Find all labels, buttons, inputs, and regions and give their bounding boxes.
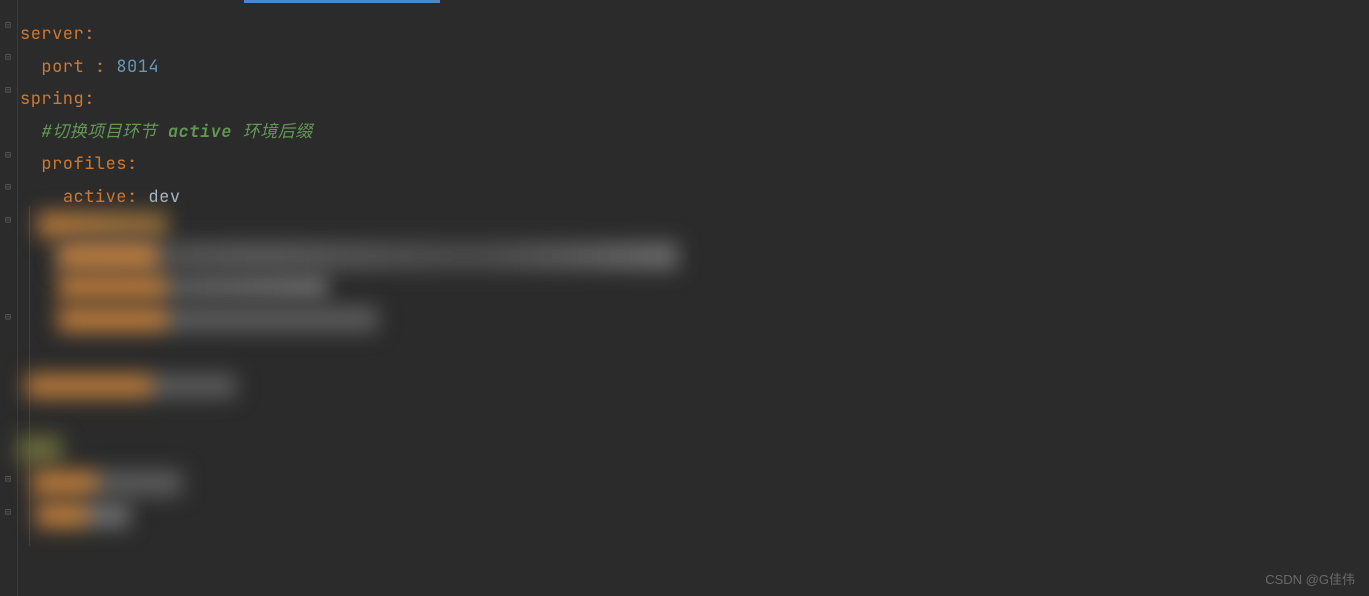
fold-marker[interactable]: ⊟: [2, 83, 14, 95]
yaml-value: dev: [148, 186, 180, 208]
fold-marker[interactable]: ⊟: [2, 18, 14, 30]
indent: [20, 121, 41, 143]
editor-gutter[interactable]: ⊟ ⊟ ⊟ ⊟ ⊟ ⊟ ⊟ ⊟ ⊟: [0, 0, 18, 596]
fold-marker[interactable]: ⊟: [2, 310, 14, 322]
yaml-key: spring: [20, 88, 84, 110]
code-line-4: #切换项目环节 active 环境后缀: [20, 116, 1369, 149]
yaml-colon: :: [84, 23, 95, 45]
yaml-colon: :: [84, 88, 95, 110]
indent: [20, 186, 63, 208]
redacted-content: [18, 436, 62, 464]
redacted-content: [36, 502, 130, 528]
code-line-1: server:: [20, 18, 1369, 51]
fold-marker[interactable]: ⊟: [2, 472, 14, 484]
fold-marker[interactable]: ⊟: [2, 180, 14, 192]
yaml-colon: :: [84, 56, 116, 78]
yaml-colon: :: [127, 186, 148, 208]
indent: [20, 153, 41, 175]
indent: [20, 56, 41, 78]
yaml-comment: #切换项目环节: [41, 121, 167, 143]
yaml-number: 8014: [116, 56, 159, 78]
redacted-content: [58, 274, 328, 300]
yaml-key: server: [20, 23, 84, 45]
yaml-colon: :: [127, 153, 138, 175]
yaml-key: port: [41, 56, 84, 78]
yaml-comment-emphasis: active: [168, 121, 232, 143]
yaml-key: profiles: [41, 153, 127, 175]
redacted-content: [58, 242, 158, 270]
code-line-5: profiles:: [20, 148, 1369, 181]
fold-marker[interactable]: ⊟: [2, 148, 14, 160]
active-tab-indicator: [244, 0, 440, 3]
code-line-3: spring:: [20, 83, 1369, 116]
fold-marker[interactable]: ⊟: [2, 505, 14, 517]
redacted-content: [26, 374, 236, 398]
yaml-key: active: [63, 186, 127, 208]
code-line-2: port : 8014: [20, 51, 1369, 84]
redacted-content: [32, 470, 182, 496]
fold-marker[interactable]: ⊟: [2, 213, 14, 225]
fold-marker[interactable]: ⊟: [2, 50, 14, 62]
code-line-6: active: dev: [20, 181, 1369, 214]
redacted-content: [58, 306, 378, 332]
redacted-content: [38, 212, 168, 238]
yaml-comment: 环境后缀: [232, 121, 313, 143]
watermark-text: CSDN @G佳伟: [1265, 569, 1355, 588]
